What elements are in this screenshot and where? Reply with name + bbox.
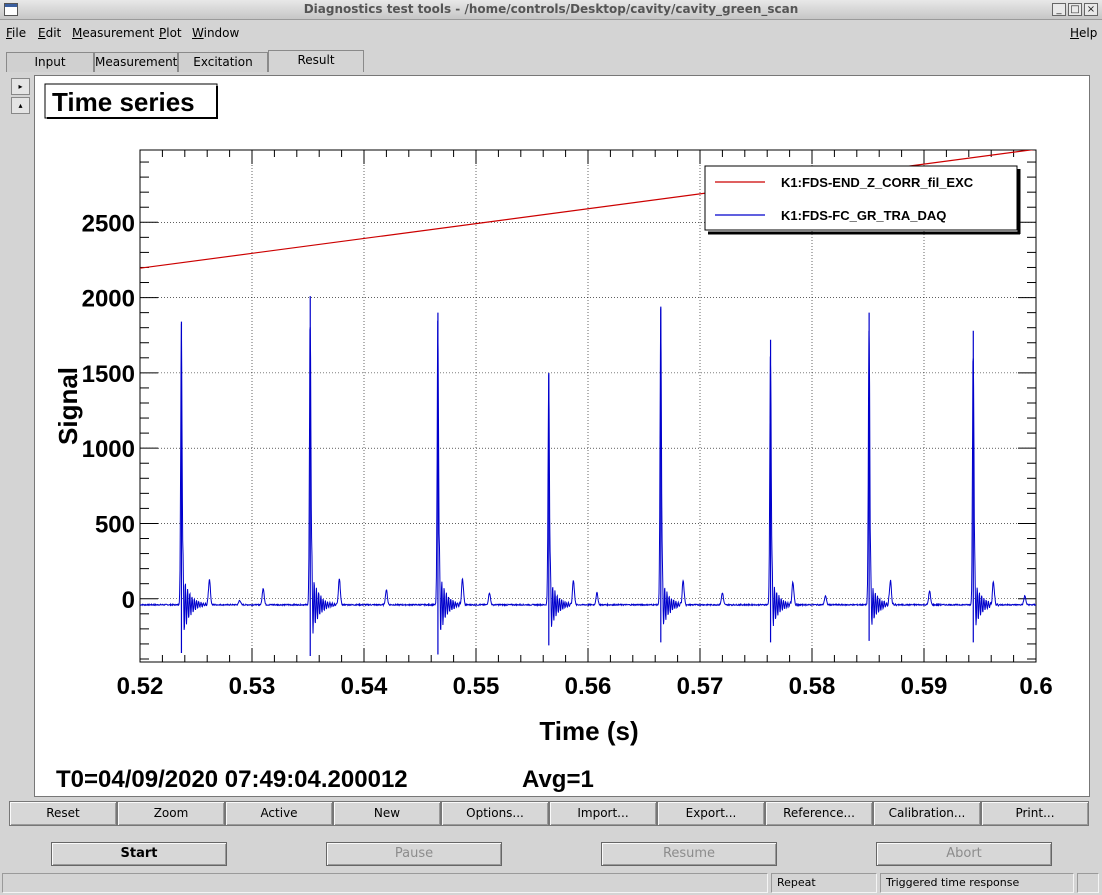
- pause-button[interactable]: Pause: [326, 842, 502, 866]
- x-tick-label: 0.52: [117, 673, 164, 700]
- active-button[interactable]: Active: [225, 801, 333, 826]
- x-tick-label: 0.53: [229, 673, 276, 700]
- x-tick-label: 0.6: [1019, 673, 1052, 700]
- resume-button[interactable]: Resume: [601, 842, 777, 866]
- close-button[interactable]: ×: [1084, 3, 1098, 16]
- maximize-button[interactable]: □: [1068, 3, 1082, 16]
- collapse-up-button[interactable]: ▴: [11, 97, 30, 114]
- y-tick-label: 2500: [82, 210, 135, 237]
- menu-measurement[interactable]: Measurement: [72, 26, 154, 40]
- status-measurement-type: Triggered time response: [880, 873, 1074, 893]
- y-tick-label: 500: [95, 511, 135, 538]
- reset-button[interactable]: Reset: [9, 801, 117, 826]
- tab-measurement[interactable]: Measurement: [94, 52, 178, 72]
- expand-right-button[interactable]: ▸: [11, 78, 30, 95]
- x-tick-label: 0.56: [565, 673, 612, 700]
- start-button[interactable]: Start: [51, 842, 227, 866]
- menu-window[interactable]: Window: [192, 26, 239, 40]
- menu-bar: File Edit Measurement Plot Window Help: [0, 21, 1102, 45]
- title-bar[interactable]: Diagnostics test tools - /home/controls/…: [0, 0, 1102, 20]
- legend-label-red: K1:FDS-END_Z_CORR_fil_EXC: [781, 175, 974, 190]
- window-title: Diagnostics test tools - /home/controls/…: [303, 2, 799, 16]
- options-button[interactable]: Options...: [441, 801, 549, 826]
- x-tick-label: 0.58: [789, 673, 836, 700]
- time-series-plot[interactable]: Time series 0.52 0.53 0.54 0.55 0.56 0.57 0.58 0…: [35, 76, 1091, 798]
- status-bar: Repeat Triggered time response: [0, 872, 1102, 895]
- new-button[interactable]: New: [333, 801, 441, 826]
- x-tick-label: 0.55: [453, 673, 500, 700]
- x-tick-label: 0.57: [677, 673, 724, 700]
- status-message: [2, 873, 768, 893]
- status-mode: Repeat: [771, 873, 877, 893]
- menu-help[interactable]: Help: [1070, 26, 1097, 40]
- y-tick-label: 2000: [82, 286, 135, 313]
- tab-excitation[interactable]: Excitation: [178, 52, 268, 72]
- y-tick-label: 0: [122, 587, 135, 614]
- average-count-label: Avg=1: [522, 766, 594, 793]
- x-tick-label: 0.54: [341, 673, 388, 700]
- tab-input[interactable]: Input: [6, 52, 94, 72]
- time-zero-label: T0=04/09/2020 07:49:04.200012: [56, 766, 408, 793]
- import-button[interactable]: Import...: [549, 801, 657, 826]
- tab-result[interactable]: Result: [268, 50, 364, 72]
- calibration-button[interactable]: Calibration...: [873, 801, 981, 826]
- print-button[interactable]: Print...: [981, 801, 1089, 826]
- y-tick-label: 1500: [82, 361, 135, 388]
- legend-label-blue: K1:FDS-FC_GR_TRA_DAQ: [781, 208, 946, 223]
- zoom-button[interactable]: Zoom: [117, 801, 225, 826]
- abort-button[interactable]: Abort: [876, 842, 1052, 866]
- y-axis-label: Signal: [53, 367, 83, 445]
- x-axis-label: Time (s): [539, 716, 638, 746]
- menu-edit[interactable]: Edit: [38, 26, 61, 40]
- menu-plot[interactable]: Plot: [159, 26, 182, 40]
- plot-title: Time series: [52, 87, 195, 117]
- reference-button[interactable]: Reference...: [765, 801, 873, 826]
- minimize-button[interactable]: _: [1052, 3, 1066, 16]
- menu-file[interactable]: File: [6, 26, 26, 40]
- plot-canvas[interactable]: Time series 0.52 0.53 0.54 0.55 0.56 0.57 0.58 0…: [34, 75, 1090, 797]
- status-resize-grip[interactable]: [1077, 873, 1099, 893]
- x-tick-label: 0.59: [901, 673, 948, 700]
- y-tick-label: 1000: [82, 436, 135, 463]
- export-button[interactable]: Export...: [657, 801, 765, 826]
